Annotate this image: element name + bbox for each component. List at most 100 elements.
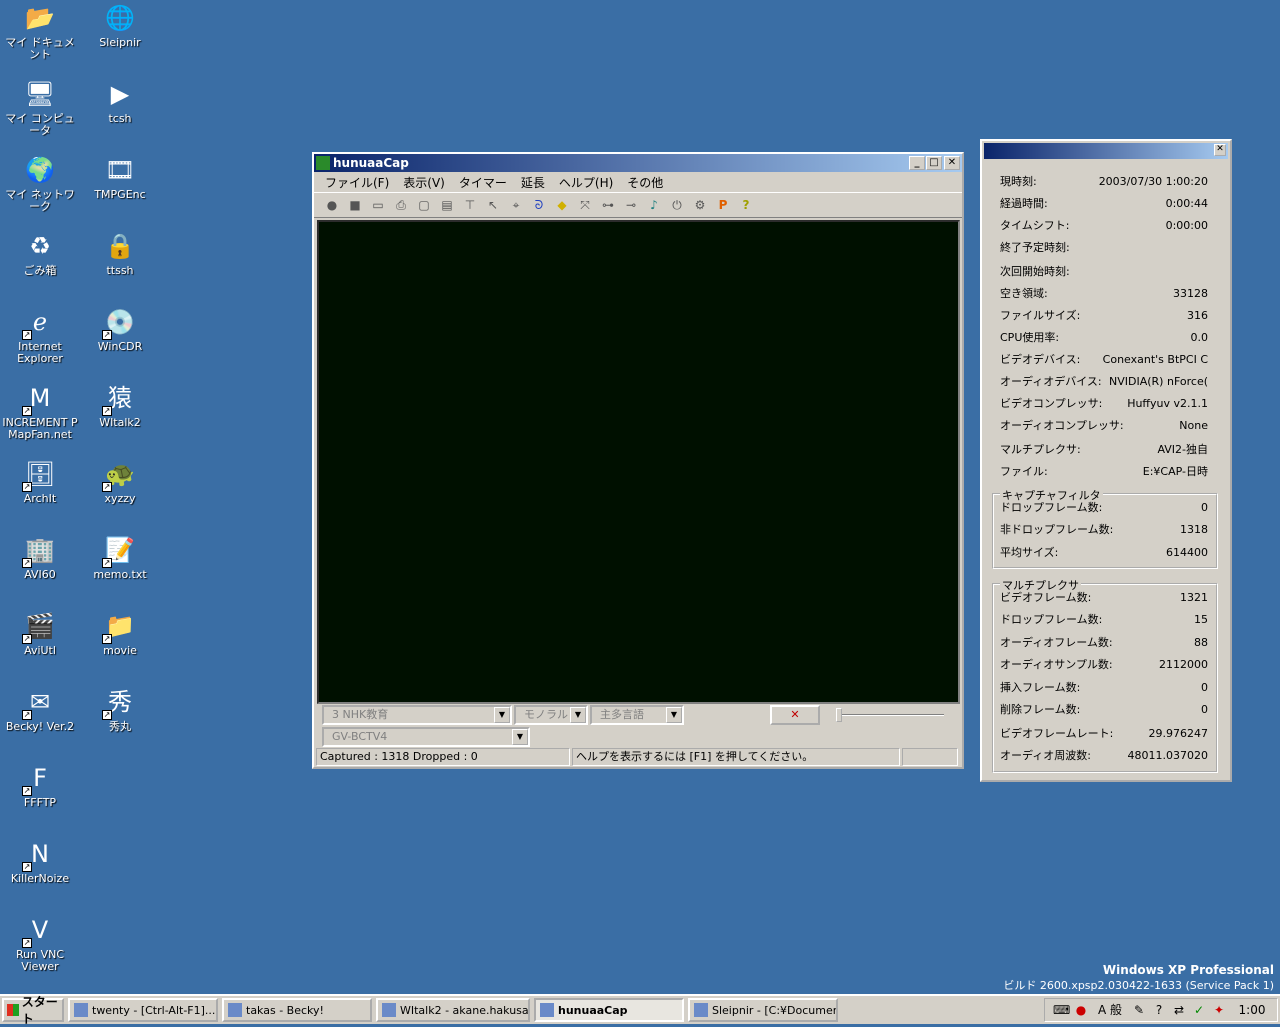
taskbar-button[interactable]: twenty - [Ctrl-Alt-F1]... [68, 998, 218, 1022]
desktop-icon-label: ごみ箱 [23, 264, 57, 277]
app-icon [540, 1003, 554, 1017]
antivirus-icon[interactable]: ✦ [1211, 1002, 1227, 1018]
network-icon[interactable]: ⇄ [1171, 1002, 1187, 1018]
overlay-icon[interactable]: ◆ [552, 195, 572, 215]
menu-timer[interactable]: タイマー [452, 174, 514, 191]
link-icon[interactable]: ⊸ [621, 195, 641, 215]
desktop-icon[interactable]: M ↗ INCREMENT P MapFan.net [0, 382, 80, 441]
info-titlebar[interactable]: ✕ [984, 143, 1228, 159]
connect-icon[interactable]: ⊶ [598, 195, 618, 215]
capture-icon[interactable]: ⌖ [506, 195, 526, 215]
volume-slider[interactable] [832, 707, 948, 723]
desktop-icon[interactable]: 📝 ↗ memo.txt [80, 534, 160, 581]
menu-bar: ファイル(F) 表示(V) タイマー 延長 ヘルプ(H) その他 [314, 172, 962, 192]
taskbar-button[interactable]: Sleipnir - [C:¥Documen... [688, 998, 838, 1022]
capture-titlebar[interactable]: hunuaaCap _ □ ✕ [314, 154, 962, 172]
maximize-button[interactable]: □ [926, 156, 942, 170]
menu-file[interactable]: ファイル(F) [318, 174, 396, 191]
desktop-icon[interactable]: 🔒 ttssh [80, 230, 160, 277]
menu-other[interactable]: その他 [620, 174, 670, 191]
start-button[interactable]: スタート [2, 995, 64, 1026]
desktop-icon[interactable]: N ↗ KillerNoize [0, 838, 80, 885]
channel-select[interactable]: 3 NHK教育 ▼ [322, 705, 512, 725]
desktop-icon[interactable]: 🌐 Sleipnir [80, 2, 160, 49]
desktop-icon-label: KillerNoize [10, 872, 70, 885]
help-icon[interactable]: ? [1151, 1002, 1167, 1018]
desktop-icon[interactable]: F ↗ FFFTP [0, 762, 80, 809]
power-icon[interactable]: ⏻ [667, 195, 687, 215]
menu-view[interactable]: 表示(V) [396, 174, 452, 191]
shortcut-arrow-icon: ↗ [22, 482, 32, 492]
hook-icon[interactable]: ᘐ [529, 195, 549, 215]
desktop-icon[interactable]: 🐢 ↗ xyzzy [80, 458, 160, 505]
mute-button[interactable]: ✕ [770, 705, 820, 725]
desktop-icon[interactable]: 🖥 マイ コンピュータ [0, 78, 80, 137]
shortcut-arrow-icon: ↗ [102, 330, 112, 340]
desktop-icon[interactable]: 🌍 マイ ネットワーク [0, 154, 80, 213]
window-icon[interactable]: ▭ [368, 195, 388, 215]
slider-track [836, 714, 944, 716]
frame-icon[interactable]: ▢ [414, 195, 434, 215]
taskbar-button[interactable]: hunuaaCap [534, 998, 684, 1022]
keyboard-icon[interactable]: ⌨ [1053, 1002, 1070, 1018]
print-icon[interactable]: ⎙ [391, 195, 411, 215]
stop-icon[interactable]: ■ [345, 195, 365, 215]
app-icon [694, 1003, 708, 1017]
desktop-icon-label: memo.txt [93, 568, 147, 581]
taskbar-button[interactable]: WItalk2 - akane.hakusa... [376, 998, 530, 1022]
video-preview[interactable] [317, 220, 960, 704]
taskbar-button[interactable]: takas - Becky! [222, 998, 372, 1022]
info-label: ドロップフレーム数: [1000, 501, 1103, 514]
resize-icon[interactable]: ⤧ [575, 195, 595, 215]
os-build: ビルド 2600.xpsp2.030422-1633 (Service Pack… [1003, 979, 1274, 992]
record-icon[interactable]: ● [322, 195, 342, 215]
desktop-icon[interactable]: 📁 ↗ movie [80, 610, 160, 657]
chevron-down-icon[interactable]: ▼ [570, 707, 586, 723]
language-select[interactable]: 主多言語 ▼ [590, 705, 684, 725]
desktop-icon[interactable]: 📂 マイ ドキュメント [0, 2, 80, 61]
desktop-icon[interactable]: 秀 ↗ 秀丸 [80, 686, 160, 733]
desktop-icon[interactable]: 🎬 ↗ AviUtl [0, 610, 80, 657]
minimize-button[interactable]: _ [909, 156, 925, 170]
grid-icon[interactable]: ▤ [437, 195, 457, 215]
desktop-icon[interactable]: 猿 ↗ WItalk2 [80, 382, 160, 429]
tool-icon[interactable]: ↖ [483, 195, 503, 215]
desktop-icon[interactable]: ♻ ごみ箱 [0, 230, 80, 277]
desktop-icon[interactable]: 🏢 ↗ AVI60 [0, 534, 80, 581]
menu-extend[interactable]: 延長 [514, 174, 552, 191]
info-row: 挿入フレーム数: 0 [1000, 677, 1208, 699]
ime-mode[interactable]: A 般 [1093, 1002, 1127, 1018]
desktop-icon[interactable]: V ↗ Run VNC Viewer [0, 914, 80, 973]
app-icon [228, 1003, 242, 1017]
audio-mode-select[interactable]: モノラル ▼ [514, 705, 588, 725]
chevron-down-icon[interactable]: ▼ [512, 729, 528, 745]
p-icon[interactable]: P [713, 195, 733, 215]
device-select[interactable]: GV-BCTV4 ▼ [322, 727, 530, 747]
pen-icon[interactable]: ✎ [1131, 1002, 1147, 1018]
desktop-icon-label: TMPGEnc [94, 188, 146, 201]
desktop-icon[interactable]: 🎞 TMPGEnc [80, 154, 160, 201]
info-label: オーディオフレーム数: [1000, 636, 1113, 649]
chevron-down-icon[interactable]: ▼ [494, 707, 510, 723]
check-icon[interactable]: ✓ [1191, 1002, 1207, 1018]
format-icon[interactable]: ⊤ [460, 195, 480, 215]
info-value: 33128 [1173, 287, 1208, 300]
help-icon[interactable]: ? [736, 195, 756, 215]
desktop-icon[interactable]: ✉ ↗ Becky! Ver.2 [0, 686, 80, 733]
ime-icon[interactable]: ● [1073, 1002, 1089, 1018]
desktop-icon[interactable]: 🗄 ↗ ArchIt [0, 458, 80, 505]
info-row: ビデオフレームレート: 29.976247 [1000, 723, 1208, 745]
menu-help[interactable]: ヘルプ(H) [552, 174, 620, 191]
slider-thumb[interactable] [836, 708, 842, 722]
chevron-down-icon[interactable]: ▼ [666, 707, 682, 723]
info-row: オーディオコンプレッサ: None [1000, 415, 1208, 437]
close-button[interactable]: ✕ [944, 156, 960, 170]
info-label: ビデオフレーム数: [1000, 591, 1092, 604]
desktop-icon[interactable]: ℯ ↗ Internet Explorer [0, 306, 80, 365]
close-button[interactable]: ✕ [1214, 144, 1226, 156]
settings-icon[interactable]: ⚙ [690, 195, 710, 215]
desktop-icon[interactable]: 💿 ↗ WinCDR [80, 306, 160, 353]
ie-icon: ℯ ↗ [22, 308, 48, 340]
desktop-icon[interactable]: ▶ tcsh [80, 78, 160, 125]
tune-icon[interactable]: ♪ [644, 195, 664, 215]
